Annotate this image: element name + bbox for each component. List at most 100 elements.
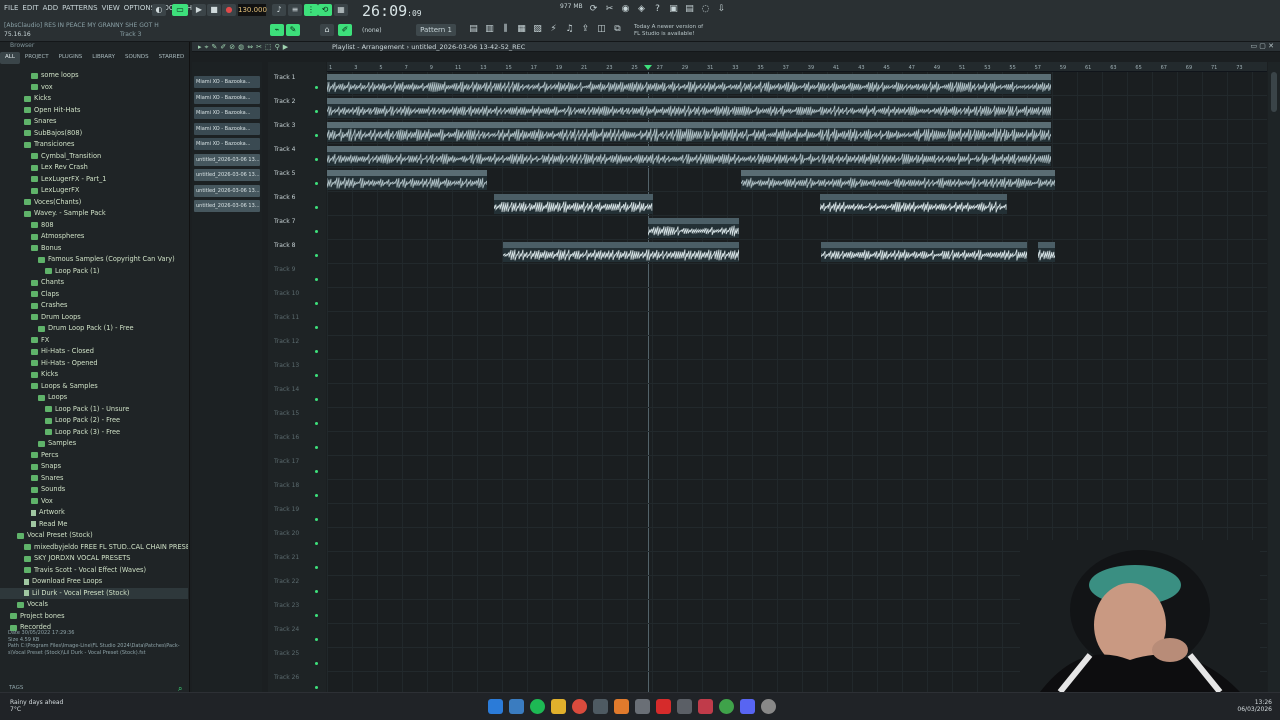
system-clock[interactable]: 13:26 06/03/2026 — [1237, 699, 1272, 713]
browser-item[interactable]: Open Hit-Hats — [0, 105, 188, 117]
track-name[interactable]: Track 9 — [274, 266, 295, 273]
browser-item[interactable]: Loops — [0, 392, 188, 404]
track-enable-led[interactable] — [315, 110, 318, 113]
track-enable-led[interactable] — [315, 590, 318, 593]
browser-tab-sounds[interactable]: SOUNDS — [120, 52, 154, 64]
track-enable-led[interactable] — [315, 230, 318, 233]
track-enable-led[interactable] — [315, 302, 318, 305]
channel-rack-icon[interactable]: ▦ — [516, 24, 527, 35]
render-icon[interactable]: ⇪ — [580, 24, 591, 35]
audio-clip[interactable]: Miami XO - Bazooka Rest in peace, my gra… — [327, 122, 1051, 142]
clip-source-button[interactable]: untitled_2026-03-06 13... — [194, 184, 260, 197]
track-name[interactable]: Track 6 — [274, 194, 295, 201]
audio-clip[interactable]: untitled_2026-03-06 13-42-52_REC — [502, 242, 739, 262]
countdown-icon[interactable]: ⋮ — [304, 4, 318, 16]
track-enable-led[interactable] — [315, 350, 318, 353]
track-lane[interactable] — [327, 264, 1267, 288]
select-icon[interactable]: ⬚ — [265, 43, 272, 52]
track-enable-led[interactable] — [315, 518, 318, 521]
delete-icon[interactable]: ⊘ — [229, 43, 235, 52]
browser-item[interactable]: Kicks — [0, 93, 188, 105]
track-lane[interactable] — [327, 360, 1267, 384]
browser-item[interactable]: Sounds — [0, 484, 188, 496]
browser-tab-all[interactable]: ALL — [0, 52, 20, 64]
fl-studio-icon[interactable] — [614, 699, 629, 714]
audio-clip[interactable]: Miami XO - Bazooka Rest in peace, my gra… — [327, 170, 487, 190]
browser-item[interactable]: Vox — [0, 496, 188, 508]
browser-item[interactable]: vox — [0, 82, 188, 94]
app-icon[interactable] — [698, 699, 713, 714]
timeline-ruler[interactable]: 1 3 5 7 9 11 13 15 17 19 21 23 25 27 29 31 33 35 37 39 41 43 4… — [327, 62, 1267, 72]
browser-item[interactable]: mixedbyjeldo FREE FL STUD..CAL CHAIN PRE… — [0, 542, 188, 554]
track-enable-led[interactable] — [315, 374, 318, 377]
clip-source-button[interactable]: Miami XO - Bazooka... — [194, 138, 260, 150]
browser-item[interactable]: Hi-Hats - Opened — [0, 358, 188, 370]
link-icon[interactable]: ⧉ — [612, 24, 623, 35]
browser-item[interactable]: SubBajos(808) — [0, 128, 188, 140]
track-lane[interactable] — [327, 408, 1267, 432]
snap-icon[interactable]: ⌁ — [270, 24, 284, 36]
track-enable-led[interactable] — [315, 134, 318, 137]
mixer-toggle-icon[interactable]: ▣ — [668, 4, 679, 15]
chrome-icon[interactable] — [572, 699, 587, 714]
browser-item[interactable]: Loop Pack (3) - Free — [0, 427, 188, 439]
browser-item[interactable]: Snares — [0, 116, 188, 128]
pin-icon[interactable]: ⌖ — [205, 43, 209, 52]
track-lane[interactable] — [327, 312, 1267, 336]
youtube-icon[interactable] — [656, 699, 671, 714]
browser-item[interactable]: Vocal Preset (Stock) — [0, 530, 188, 542]
chat-icon[interactable]: ◌ — [700, 4, 711, 15]
browser-item[interactable]: Download Free Loops — [0, 576, 188, 588]
track-name[interactable]: Track 10 — [274, 290, 299, 297]
playlist-icon[interactable]: ▤ — [468, 24, 479, 35]
tags-label[interactable]: TAGS — [9, 685, 23, 691]
browser-item[interactable]: Atmospheres — [0, 231, 188, 243]
audio-clip[interactable]: Miami XO - Bazooka Rest in peace, my gra… — [327, 74, 1051, 94]
track-name[interactable]: Track 20 — [274, 530, 299, 537]
browser-item[interactable]: Samples — [0, 438, 188, 450]
paint-icon[interactable]: ✐ — [338, 24, 352, 36]
browser-item[interactable]: Lex Rev Crash — [0, 162, 188, 174]
browser-item[interactable]: SKY JORDXN VOCAL PRESETS — [0, 553, 188, 565]
spotify-icon[interactable] — [530, 699, 545, 714]
browser-item[interactable]: some loops — [0, 70, 188, 82]
browser-item[interactable]: Hi-Hats - Closed — [0, 346, 188, 358]
audio-clip[interactable]: untitled_2026-03-06 13-35-56_REC — [494, 194, 654, 214]
track-name[interactable]: Track 17 — [274, 458, 299, 465]
track-enable-led[interactable] — [315, 446, 318, 449]
browser-item[interactable]: Transiciones — [0, 139, 188, 151]
track-lane[interactable] — [327, 480, 1267, 504]
pattern-song-toggle[interactable]: ▭ — [172, 4, 188, 16]
step-edit-icon[interactable]: ▦ — [334, 4, 348, 16]
audio-clip[interactable]: Miami XO - Bazooka Rest in peace, my gra… — [740, 170, 1056, 190]
refresh-icon[interactable]: ⟳ — [588, 4, 599, 15]
vertical-scrollbar[interactable] — [1268, 62, 1280, 692]
browser-tab-library[interactable]: LIBRARY — [87, 52, 120, 64]
track-enable-led[interactable] — [315, 638, 318, 641]
track-name[interactable]: Track 2 — [274, 98, 295, 105]
record-button[interactable]: ● — [222, 4, 236, 16]
menu-file[interactable]: FILE — [4, 4, 18, 12]
track-name[interactable]: Track 8 — [274, 242, 295, 249]
news-panel[interactable]: Today A newer version of FL Studio is av… — [634, 24, 703, 38]
browser-item[interactable]: Percs — [0, 450, 188, 462]
tempo-icon[interactable]: ♫ — [564, 24, 575, 35]
clip-source-button[interactable]: Miami XO - Bazooka... — [194, 107, 260, 119]
app-icon[interactable] — [593, 699, 608, 714]
track-name[interactable]: Track 11 — [274, 314, 299, 321]
browser-tab-project[interactable]: PROJECT — [20, 52, 54, 64]
track-lane[interactable] — [327, 288, 1267, 312]
browser-item[interactable]: Wavey. - Sample Pack — [0, 208, 188, 220]
browser-item[interactable]: Loop Pack (1) - Unsure — [0, 404, 188, 416]
track-lane[interactable] — [327, 384, 1267, 408]
slip-icon[interactable]: ⇔ — [247, 43, 253, 52]
browser-item[interactable]: Read Me — [0, 519, 188, 531]
chrome-icon[interactable] — [719, 699, 734, 714]
window-buttons[interactable]: ▭ ▢ ✕ — [1250, 42, 1274, 50]
app-icon[interactable] — [677, 699, 692, 714]
track-name[interactable]: Track 23 — [274, 602, 299, 609]
browser-tab-plugins[interactable]: PLUGINS — [54, 52, 88, 64]
help-icon[interactable]: ? — [652, 4, 663, 15]
browser-item[interactable]: FX — [0, 335, 188, 347]
menu-options[interactable]: OPTIONS — [124, 4, 155, 12]
